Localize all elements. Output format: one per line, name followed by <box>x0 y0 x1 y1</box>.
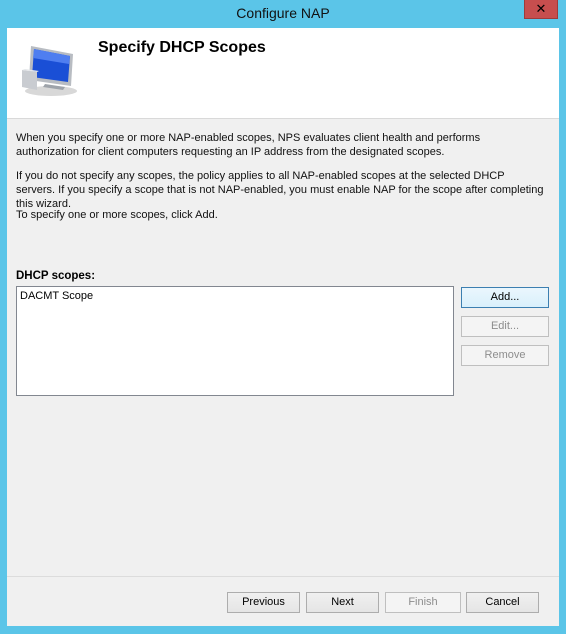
next-button[interactable]: Next <box>306 592 379 613</box>
wizard-header: Specify DHCP Scopes <box>7 28 559 119</box>
previous-button[interactable]: Previous <box>227 592 300 613</box>
add-button[interactable]: Add... <box>461 287 549 308</box>
description-paragraph-2: If you do not specify any scopes, the po… <box>16 170 544 210</box>
dhcp-scopes-list[interactable]: DACMT Scope <box>16 286 454 396</box>
footer-divider <box>7 576 559 577</box>
remove-button[interactable]: Remove <box>461 345 549 366</box>
close-icon: ✕ <box>535 1 547 16</box>
cancel-button[interactable]: Cancel <box>466 592 539 613</box>
description-paragraph-1: When you specify one or more NAP-enabled… <box>16 132 481 158</box>
edit-button[interactable]: Edit... <box>461 316 549 337</box>
description-paragraph-3: To specify one or more scopes, click Add… <box>16 209 218 221</box>
title-bar[interactable]: Configure NAP ✕ <box>0 0 566 28</box>
dhcp-scopes-label: DHCP scopes: <box>16 270 96 282</box>
computer-monitor-icon <box>17 40 87 101</box>
close-button[interactable]: ✕ <box>524 0 558 19</box>
page-title: Specify DHCP Scopes <box>98 39 266 56</box>
window-title: Configure NAP <box>236 5 330 21</box>
configure-nap-window: Configure NAP ✕ Specify DHCP Scopes When… <box>0 0 566 634</box>
list-item[interactable]: DACMT Scope <box>20 290 93 302</box>
finish-button[interactable]: Finish <box>385 592 461 613</box>
wizard-body: Specify DHCP Scopes When you specify one… <box>7 28 559 626</box>
